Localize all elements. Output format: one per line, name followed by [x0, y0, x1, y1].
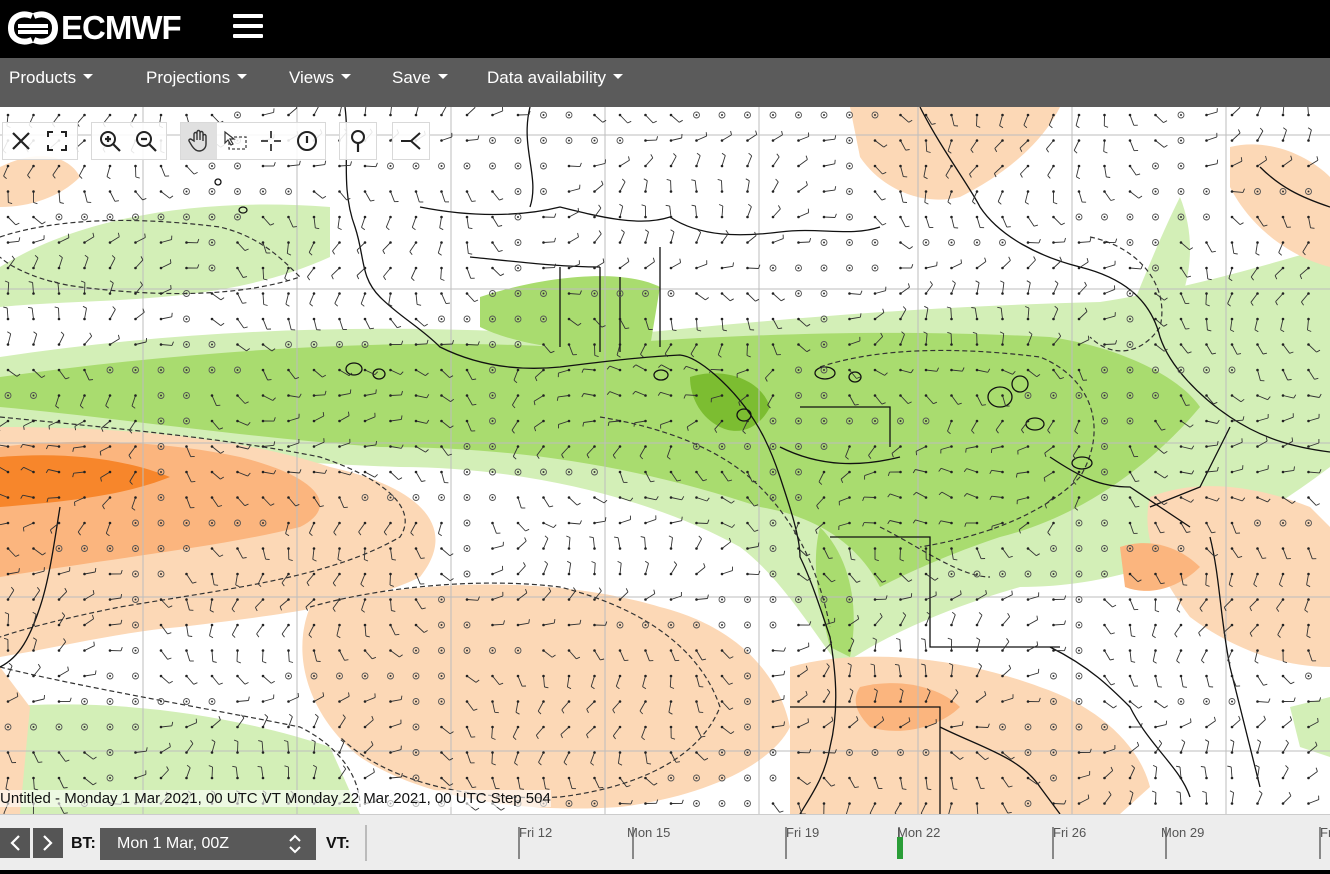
- fullscreen-icon[interactable]: [39, 123, 75, 159]
- caret-down-icon: [237, 74, 248, 80]
- menu-views[interactable]: Views: [289, 58, 352, 107]
- timeline-bar: BT: Mon 1 Mar, 00Z VT: Fri 12 Mon 15 Fri…: [0, 814, 1330, 870]
- menu-data-availability-label: Data availability: [487, 68, 607, 87]
- spinner-arrows-icon[interactable]: [288, 833, 302, 855]
- ecmwf-chart-viewer: ECMWF Products Projections Views Save Da…: [0, 0, 1330, 874]
- logo-text: ECMWF: [61, 9, 182, 46]
- box-select-icon[interactable]: [217, 123, 253, 159]
- vt-label: VT:: [326, 835, 350, 852]
- map-tools-zoom: [91, 122, 167, 160]
- timeline-date-label: Fri 19: [786, 825, 820, 840]
- map-canvas[interactable]: [0, 107, 1330, 814]
- previous-step-button[interactable]: [0, 828, 30, 858]
- current-time-marker[interactable]: [897, 837, 903, 859]
- timeline-date-label: Fri 26: [1053, 825, 1087, 840]
- menu-projections-label: Projections: [146, 68, 231, 87]
- timeline-date-label: Mon 22: [897, 825, 941, 840]
- chevron-left-icon: [10, 835, 20, 851]
- menu-products[interactable]: Products: [9, 58, 94, 107]
- caret-down-icon: [613, 74, 624, 80]
- hamburger-icon[interactable]: [233, 13, 263, 39]
- zoom-out-icon[interactable]: [128, 123, 164, 159]
- info-icon[interactable]: [289, 123, 325, 159]
- footer-border: [0, 870, 1330, 874]
- map-tools-location: [339, 122, 377, 160]
- timeline-divider: [365, 825, 367, 861]
- caret-down-icon: [83, 74, 94, 80]
- forecast-map[interactable]: [0, 107, 1330, 814]
- menu-data-availability[interactable]: Data availability: [487, 58, 624, 107]
- next-step-button[interactable]: [33, 828, 63, 858]
- map-tools-branch: [392, 122, 430, 160]
- crosshair-icon[interactable]: [253, 123, 289, 159]
- menu-views-label: Views: [289, 68, 335, 87]
- menu-products-label: Products: [9, 68, 77, 87]
- base-time-select[interactable]: Mon 1 Mar, 00Z: [100, 828, 316, 860]
- base-time-value: Mon 1 Mar, 00Z: [117, 835, 230, 852]
- caret-down-icon: [341, 74, 352, 80]
- pan-hand-icon[interactable]: [181, 123, 217, 159]
- top-header: ECMWF: [0, 0, 1330, 58]
- ecmwf-logo-icon: [8, 11, 58, 45]
- menu-save-label: Save: [392, 68, 431, 87]
- map-caption: Untitled - Monday 1 Mar 2021, 00 UTC VT …: [0, 790, 551, 807]
- chevron-right-icon: [43, 835, 53, 851]
- location-pin-icon[interactable]: [340, 123, 376, 159]
- close-icon[interactable]: [3, 123, 39, 159]
- map-tools-interact: [180, 122, 326, 160]
- ecmwf-logo[interactable]: ECMWF: [8, 8, 182, 48]
- main-menubar: Products Projections Views Save Data ava…: [0, 58, 1330, 107]
- bt-label: BT:: [71, 835, 96, 852]
- map-tools-view: [2, 122, 78, 160]
- branch-icon[interactable]: [393, 123, 429, 159]
- menu-save[interactable]: Save: [392, 58, 448, 107]
- timeline-date-label: Fr: [1320, 825, 1330, 840]
- zoom-in-icon[interactable]: [92, 123, 128, 159]
- timeline-date-label: Fri 12: [519, 825, 553, 840]
- menu-projections[interactable]: Projections: [146, 58, 248, 107]
- timeline-date-label: Mon 15: [627, 825, 671, 840]
- caret-down-icon: [437, 74, 448, 80]
- timeline-date-label: Mon 29: [1161, 825, 1205, 840]
